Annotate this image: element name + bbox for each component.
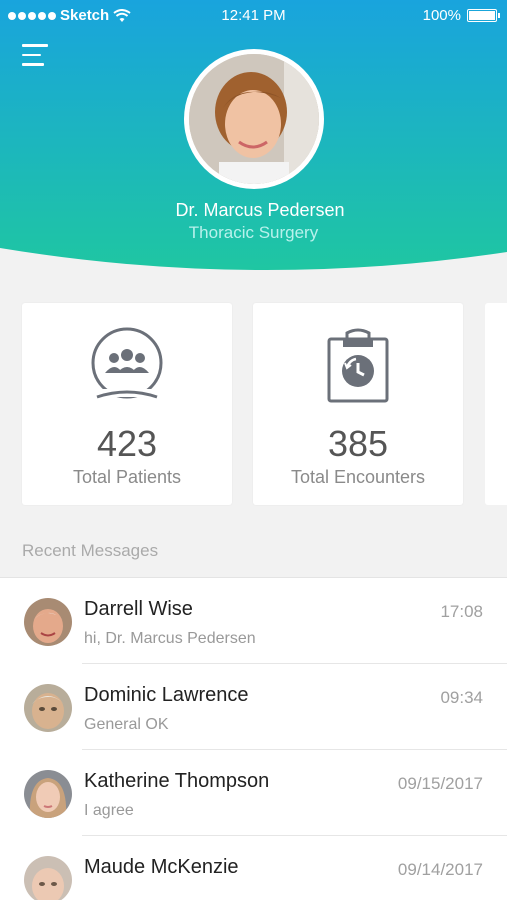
stat-card-encounters[interactable]: 385 Total Encounters (253, 303, 463, 505)
messages-list: Darrell Wise hi, Dr. Marcus Pedersen 17:… (0, 577, 507, 900)
menu-button[interactable] (22, 44, 48, 68)
total-encounters-label: Total Encounters (290, 467, 426, 487)
message-sender: Katherine Thompson (84, 770, 270, 792)
battery-percent: 100% (422, 7, 461, 24)
avatar (24, 770, 72, 818)
total-patients-value: 423 (96, 423, 158, 464)
doctor-photo (189, 54, 319, 184)
stat-card-patients[interactable]: 423 Total Patients (22, 303, 232, 505)
avatar (24, 598, 72, 646)
patients-group-icon (91, 327, 163, 399)
message-time: 09/15/2017 (397, 774, 483, 793)
message-sender: Darrell Wise (84, 598, 193, 620)
message-preview: I agree (84, 802, 134, 819)
message-sender: Maude McKenzie (84, 856, 239, 878)
status-bar: Sketch 12:41 PM 100% (0, 0, 507, 32)
total-encounters-value: 385 (327, 423, 389, 464)
avatar (24, 684, 72, 732)
profile-avatar[interactable] (184, 49, 324, 189)
message-preview: General OK (84, 716, 169, 733)
message-time: 09/14/2017 (397, 860, 483, 879)
message-item[interactable]: Katherine Thompson I agree 09/15/2017 (0, 750, 507, 836)
message-item[interactable]: Darrell Wise hi, Dr. Marcus Pedersen 17:… (0, 578, 507, 664)
message-sender: Dominic Lawrence (84, 684, 249, 706)
message-item[interactable]: Maude McKenzie 09/14/2017 (0, 836, 507, 900)
stats-carousel: 423 Total Patients 385 Total Encounters (22, 303, 507, 505)
stat-card-next-peek[interactable] (485, 303, 507, 505)
clipboard-history-icon (327, 328, 389, 403)
doctor-department: Thoracic Surgery (188, 223, 319, 242)
message-item[interactable]: Dominic Lawrence General OK 09:34 (0, 664, 507, 750)
recent-messages-title: Recent Messages (22, 541, 159, 560)
total-patients-label: Total Patients (72, 467, 182, 487)
profile-header: Sketch 12:41 PM 100% Dr. Marcus Pedersen… (0, 0, 507, 300)
battery-icon (467, 9, 500, 22)
message-time: 09:34 (440, 688, 483, 707)
message-preview: hi, Dr. Marcus Pedersen (84, 630, 256, 647)
message-time: 17:08 (440, 602, 483, 621)
doctor-name: Dr. Marcus Pedersen (175, 200, 345, 220)
avatar (24, 856, 72, 900)
